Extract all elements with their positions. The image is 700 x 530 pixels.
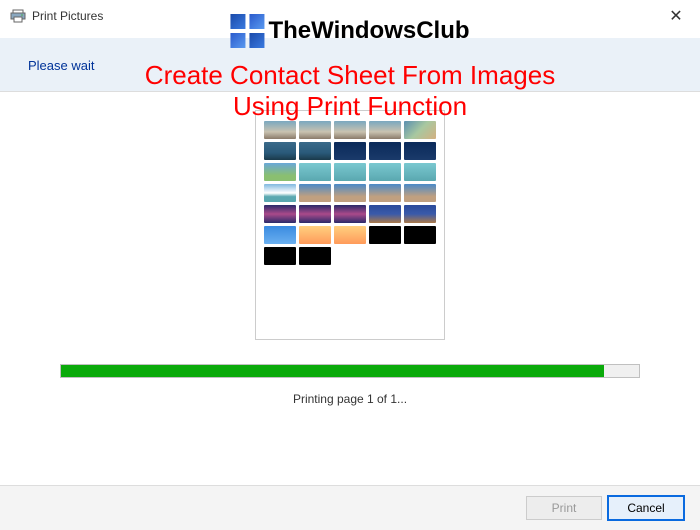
- thumbnail: [404, 184, 436, 202]
- close-icon: ✕: [669, 6, 682, 26]
- thumbnail: [404, 226, 436, 244]
- thumbnail: [264, 184, 296, 202]
- thumbnail: [334, 226, 366, 244]
- thumbnail: [299, 121, 331, 139]
- overlay-line2: Using Print Function: [145, 91, 555, 122]
- contact-sheet-preview: [255, 110, 445, 340]
- progress-bar: [60, 364, 640, 378]
- thumbnail: [404, 121, 436, 139]
- status-text: Printing page 1 of 1...: [60, 392, 640, 406]
- thumbnail: [369, 163, 401, 181]
- thumbnail: [369, 184, 401, 202]
- thumbnail: [334, 184, 366, 202]
- thumbnail: [299, 184, 331, 202]
- thumbnail: [264, 205, 296, 223]
- thumbnail: [369, 205, 401, 223]
- thumbnail: [369, 121, 401, 139]
- thumbnail: [299, 163, 331, 181]
- thumbnail: [369, 142, 401, 160]
- thumbnail-grid: [264, 121, 436, 265]
- thumbnail: [369, 226, 401, 244]
- overlay-title: Create Contact Sheet From Images Using P…: [145, 60, 555, 122]
- progress-section: Printing page 1 of 1...: [60, 364, 640, 406]
- thumbnail-empty: [334, 247, 366, 265]
- thumbnail: [299, 247, 331, 265]
- thumbnail: [404, 205, 436, 223]
- content-area: Printing page 1 of 1...: [0, 92, 700, 406]
- printer-icon: [10, 8, 26, 24]
- thumbnail: [264, 226, 296, 244]
- watermark: TheWindowsClub: [230, 14, 469, 48]
- thumbnail: [264, 121, 296, 139]
- thumbnail: [334, 121, 366, 139]
- thumbnail: [299, 142, 331, 160]
- watermark-logo-icon: [230, 14, 264, 48]
- close-button[interactable]: ✕: [666, 6, 686, 26]
- thumbnail-empty: [369, 247, 401, 265]
- thumbnail: [334, 163, 366, 181]
- thumbnail: [404, 142, 436, 160]
- thumbnail: [299, 226, 331, 244]
- thumbnail: [264, 142, 296, 160]
- thumbnail: [334, 205, 366, 223]
- progress-fill: [61, 365, 604, 377]
- overlay-line1: Create Contact Sheet From Images: [145, 60, 555, 91]
- print-button[interactable]: Print: [526, 496, 602, 520]
- watermark-text: TheWindowsClub: [268, 17, 469, 45]
- thumbnail: [299, 205, 331, 223]
- thumbnail: [264, 163, 296, 181]
- thumbnail: [334, 142, 366, 160]
- thumbnail: [264, 247, 296, 265]
- thumbnail-empty: [404, 247, 436, 265]
- window-title: Print Pictures: [32, 9, 103, 23]
- cancel-button[interactable]: Cancel: [608, 496, 684, 520]
- thumbnail: [404, 163, 436, 181]
- footer: Print Cancel: [0, 485, 700, 530]
